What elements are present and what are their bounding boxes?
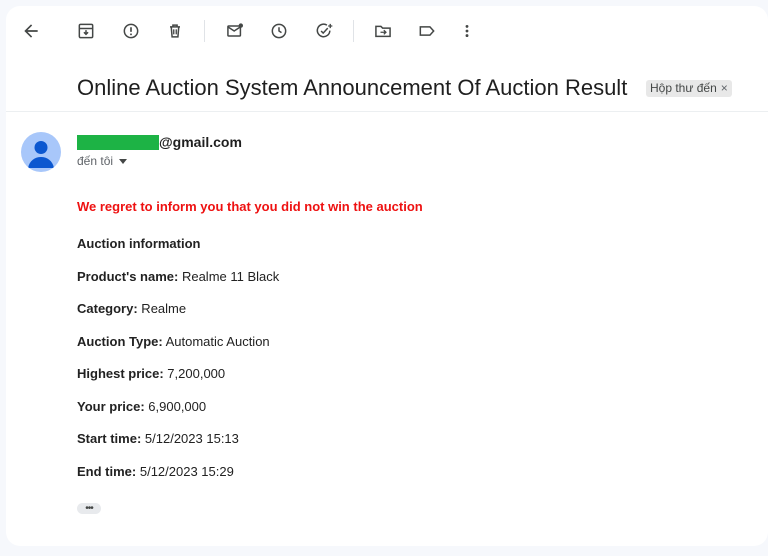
- move-to-icon: [375, 25, 391, 38]
- move-to-button[interactable]: [368, 16, 398, 46]
- end-time-label: End time:: [77, 464, 137, 479]
- your-price-label: Your price:: [77, 399, 145, 414]
- mark-unread-button[interactable]: [220, 16, 250, 46]
- back-arrow-icon: [24, 24, 38, 38]
- report-spam-button[interactable]: [116, 16, 146, 46]
- your-price-value: 6,900,000: [144, 399, 207, 414]
- remove-label-button[interactable]: ×: [721, 80, 728, 97]
- email-subject: Online Auction System Announcement Of Au…: [77, 75, 628, 100]
- mark-unread-icon: [227, 23, 243, 37]
- end-time-value: 5/12/2023 15:29: [136, 464, 234, 479]
- inbox-label-chip[interactable]: Hộp thư đến ×: [646, 80, 732, 97]
- category-value: Realme: [137, 301, 187, 316]
- product-value: Realme 11 Black: [178, 269, 280, 284]
- category-label: Category:: [77, 301, 138, 316]
- highest-price-label: Highest price:: [77, 366, 164, 381]
- more-vert-icon: [465, 25, 469, 37]
- start-time-label: Start time:: [77, 431, 142, 446]
- product-line: Product's name: Realme 11 Black: [77, 269, 279, 285]
- highest-price-value: 7,200,000: [163, 366, 226, 381]
- product-label: Product's name:: [77, 269, 179, 284]
- inbox-label-text: Hộp thư đến: [650, 81, 717, 95]
- start-time-line: Start time: 5/12/2023 15:13: [77, 431, 239, 447]
- toolbar-divider: [204, 20, 205, 42]
- report-spam-icon: [123, 23, 139, 39]
- auction-type-value: Automatic Auction: [162, 334, 270, 349]
- back-button[interactable]: [16, 16, 46, 46]
- email-view: Online Auction System Announcement Of Au…: [6, 6, 768, 546]
- avatar[interactable]: [21, 132, 61, 172]
- recipient-text: đến tôi: [77, 154, 114, 168]
- category-line: Category: Realme: [77, 301, 186, 317]
- delete-button[interactable]: [160, 16, 190, 46]
- section-title: Auction information: [77, 236, 201, 252]
- subject-row: Online Auction System Announcement Of Au…: [6, 74, 768, 110]
- your-price-line: Your price: 6,900,000: [77, 399, 206, 415]
- auction-type-line: Auction Type: Automatic Auction: [77, 334, 270, 350]
- regret-message: We regret to inform you that you did not…: [77, 199, 423, 214]
- end-time-line: End time: 5/12/2023 15:29: [77, 464, 234, 480]
- snooze-button[interactable]: [264, 16, 294, 46]
- auction-type-label: Auction Type:: [77, 334, 163, 349]
- label-button[interactable]: [412, 16, 442, 46]
- caret-down-icon: [119, 158, 128, 164]
- recipient-details-toggle[interactable]: đến tôi: [77, 154, 128, 168]
- header-divider: [6, 111, 768, 112]
- add-task-icon: [316, 23, 333, 38]
- show-trimmed-content-button[interactable]: •••: [77, 503, 101, 514]
- section-title-text: Auction information: [77, 236, 201, 251]
- start-time-value: 5/12/2023 15:13: [141, 431, 239, 446]
- sender-row: @gmail.com: [77, 133, 242, 151]
- add-task-button[interactable]: [309, 16, 339, 46]
- snooze-icon: [271, 23, 287, 39]
- archive-icon: [78, 23, 94, 39]
- toolbar-divider: [353, 20, 354, 42]
- highest-price-line: Highest price: 7,200,000: [77, 366, 225, 382]
- person-icon: [28, 141, 54, 168]
- delete-icon: [170, 24, 180, 38]
- sender-email[interactable]: @gmail.com: [159, 133, 242, 151]
- redacted-sender-name: [77, 134, 159, 150]
- more-options-button[interactable]: [452, 16, 482, 46]
- toolbar: [6, 6, 768, 58]
- label-icon: [419, 26, 435, 36]
- archive-button[interactable]: [71, 16, 101, 46]
